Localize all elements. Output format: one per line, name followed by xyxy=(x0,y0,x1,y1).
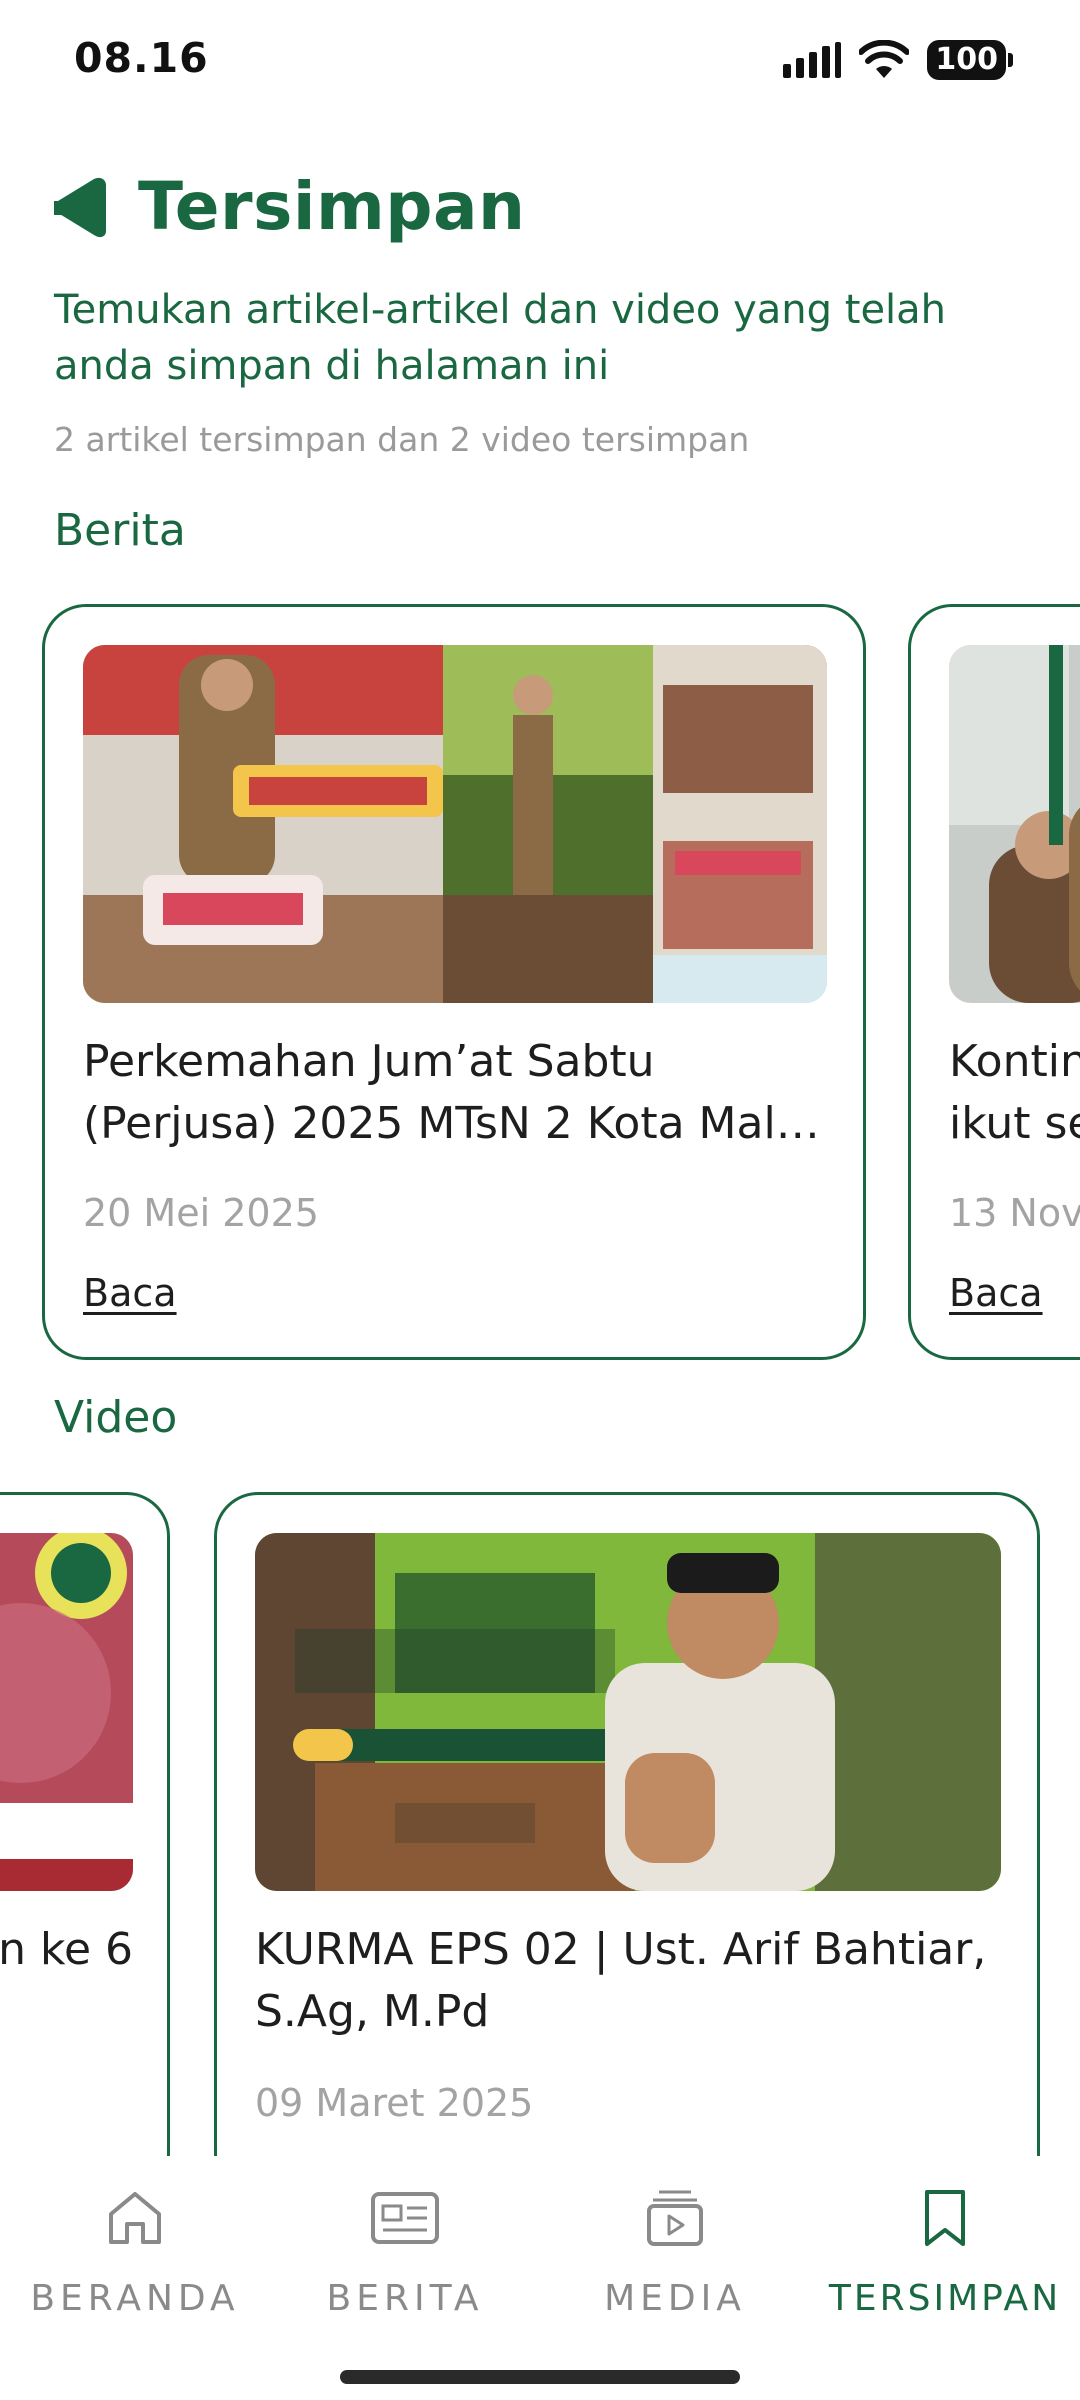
page-subtitle: Temukan artikel-artikel dan video yang t… xyxy=(54,287,947,389)
signal-icon xyxy=(783,42,842,78)
nav-label-beranda: BERANDA xyxy=(30,2278,240,2319)
section-label-berita: Berita xyxy=(54,505,186,556)
video-title-line2: S.Ag, M.Pd xyxy=(255,1986,490,2037)
read-link[interactable]: Baca xyxy=(949,1271,1043,1315)
berita-card[interactable]: Kontin ikut se 13 Nove Baca xyxy=(908,604,1080,1360)
megaphone-icon xyxy=(54,177,106,237)
nav-label-media: MEDIA xyxy=(604,2278,746,2319)
status-icons: 100 xyxy=(783,38,1013,82)
nav-item-berita[interactable]: BERITA xyxy=(270,2186,540,2336)
article-title: Kontin xyxy=(949,1036,1080,1087)
section-label-video: Video xyxy=(54,1392,178,1443)
berita-card[interactable]: Perkemahan Jum’at Sabtu (Perjusa) 2025 M… xyxy=(42,604,866,1360)
article-date: 20 Mei 2025 xyxy=(83,1191,319,1235)
home-indicator[interactable] xyxy=(340,2370,740,2384)
bookmark-icon xyxy=(925,2190,965,2246)
media-play-icon xyxy=(647,2190,703,2246)
article-title-line2: ikut se xyxy=(949,1098,1080,1149)
nav-item-media[interactable]: MEDIA xyxy=(540,2186,810,2336)
video-thumbnail xyxy=(0,1533,133,1891)
nav-label-tersimpan: TERSIMPAN xyxy=(828,2278,1062,2319)
page-title: Tersimpan xyxy=(138,168,526,245)
wifi-icon xyxy=(859,40,910,78)
nav-item-tersimpan[interactable]: TERSIMPAN xyxy=(810,2186,1080,2336)
bottom-nav: BERANDA BERITA MEDIA TERSIMPAN xyxy=(0,2156,1080,2400)
video-card[interactable]: KURMA EPS 02 | Ust. Arif Bahtiar, S.Ag, … xyxy=(214,1492,1040,2252)
video-date: 09 Maret 2025 xyxy=(255,2081,534,2125)
saved-count: 2 artikel tersimpan dan 2 video tersimpa… xyxy=(54,420,750,459)
page-header: Tersimpan xyxy=(54,168,526,245)
newspaper-icon xyxy=(371,2192,439,2244)
video-title: KURMA EPS 02 | Ust. Arif Bahtiar, xyxy=(255,1924,987,1975)
article-title: Perkemahan Jum’at Sabtu xyxy=(83,1036,655,1087)
video-thumbnail xyxy=(255,1533,1001,1891)
article-date: 13 Nove xyxy=(949,1191,1080,1235)
video-title: n ke 6 xyxy=(0,1924,133,1975)
status-bar: 08.16 100 xyxy=(0,0,1080,120)
battery-icon: 100 xyxy=(927,40,1013,80)
nav-item-beranda[interactable]: BERANDA xyxy=(0,2186,270,2336)
video-card[interactable]: n ke 6 xyxy=(0,1492,170,2252)
status-time: 08.16 xyxy=(74,34,209,82)
home-icon xyxy=(109,2192,161,2244)
read-link[interactable]: Baca xyxy=(83,1271,177,1315)
article-title-line2: (Perjusa) 2025 MTsN 2 Kota Malang... xyxy=(83,1098,823,1149)
nav-label-berita: BERITA xyxy=(326,2278,484,2319)
article-thumbnail xyxy=(949,645,1080,1003)
article-thumbnail xyxy=(83,645,827,1003)
screen: 08.16 100 Tersimpan Temukan artikel-arti… xyxy=(0,0,1080,2400)
